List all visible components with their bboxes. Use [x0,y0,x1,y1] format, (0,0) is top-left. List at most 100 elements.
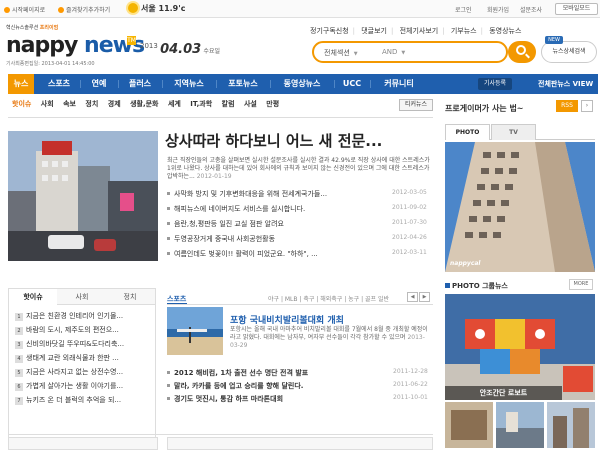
site-logo[interactable]: 혁신뉴스솔루션 프리이엄 nappy news TM 기사최종편집일: 2013… [6,24,145,70]
operator-select[interactable]: AND ▼ [382,48,405,56]
square-icon [445,283,450,288]
subnav-it[interactable]: IT,과학 [190,100,212,108]
list-item[interactable]: 두영공장거게 중국내 사회공헌활동 2012-04-26 [167,232,432,244]
bookmark-link[interactable]: 즐겨찾기추가하기 [58,5,110,14]
edition-view-link[interactable]: 전체판뉴스 VIEW [538,74,593,94]
nav-entertainment[interactable]: 연예 [84,74,114,94]
all-articles-link[interactable]: 전체기사보기 [400,27,439,35]
chevron-down-icon: ▼ [353,51,358,57]
subnav-life[interactable]: 생활,문화 [130,100,158,108]
login-link[interactable]: 로그인 [455,5,472,14]
beach-image [167,307,223,355]
list-item[interactable]: 7 뉴키즈 온 더 블럭의 추억을 되... [15,395,151,405]
group-photo-caption[interactable]: 안조간단 로보트 [445,386,562,400]
rss-button[interactable]: RSS [556,100,578,112]
star-icon [58,7,64,13]
tab-society[interactable]: 사회 [58,289,106,305]
tab-photo[interactable]: PHOTO [445,124,490,140]
group-photo[interactable] [445,294,595,400]
robot-toy-image [445,294,595,400]
tab-tv[interactable]: TV [491,124,536,140]
tab-hot-issue[interactable]: 핫이슈 [9,289,57,305]
list-item[interactable]: 6 가볍게 살아가는 생활 이야기를... [15,381,151,391]
sports-summary: 포항시는 올해 국내 아마추어 비치발리볼 대회를 7월에서 8월 중 개최할 … [230,326,428,349]
subscribe-link[interactable]: 정기구독신청 [310,27,349,35]
nav-sports[interactable]: 스포츠 [42,74,76,94]
sports-pager: ◀ ▶ [407,292,433,302]
list-item[interactable]: 1 지금은 친환경 인테리어 인기몰... [15,311,151,321]
subnav-column[interactable]: 칼럼 [222,100,235,108]
prev-arrow-icon[interactable]: ◀ [407,292,418,302]
comments-link[interactable]: 댓글보기 [361,27,387,35]
search-button[interactable] [508,41,536,63]
nav-ucc[interactable]: UCC [338,74,366,94]
nav-video[interactable]: 동영상뉴스 [274,74,330,94]
photo-group-title: PHOTO 그룹뉴스 [445,281,508,291]
main-headline[interactable]: 상사따라 하다보니 어느 새 전문... [165,130,435,151]
home-icon [4,7,10,13]
sub-nav: 핫이슈 사회 속보 정치 경제 생활,문화 세계 IT,과학 칼럼 사설 만평 [12,99,286,113]
ticker-news-button[interactable]: 티커뉴스 [399,99,433,111]
building-image [445,142,595,272]
donation-news-link[interactable]: 기부뉴스 [451,27,477,35]
headline-photo[interactable] [8,131,158,261]
bottom-panel-right [167,437,433,450]
bottom-panel-left [8,437,158,450]
nav-local[interactable]: 지역뉴스 [166,74,212,94]
thumbnail[interactable] [547,402,595,448]
search-icon [516,45,526,55]
photo-thumbnails [445,402,595,448]
top-links: 정기구독신청 | 댓글보기 | 전체기사보기 | 기부뉴스 | 동영상뉴스 [310,27,522,35]
list-item[interactable]: 3 신비의바닷길 뚜우띠&도다리축... [15,339,151,349]
search-input[interactable] [422,46,506,60]
video-news-link[interactable]: 동영상뉴스 [489,27,521,35]
sports-category-links[interactable]: 야구 | MLB | 축구 | 해외축구 | 농구 | 골프 일반 [268,294,389,303]
sports-headline[interactable]: 포항 국내비치발리볼대회 개최 [230,313,344,326]
list-item[interactable]: 말라, 카카를 등에 업고 승리를 향해 달린다. 2011-06-22 [167,379,433,392]
list-item[interactable]: 2012 해비컴, 1차 출전 선수 명단 전격 발표 2011-12-28 [167,366,433,379]
next-arrow-icon[interactable]: ▶ [419,292,430,302]
ticker-headline[interactable]: 프로게이머가 사는 법~ [445,103,524,114]
mobile-mode-button[interactable]: 모바일모드 [555,3,598,15]
section-select[interactable]: 전체섹션 ▼ [324,48,358,58]
list-item[interactable]: 사막화 방지 및 기후변화대응을 위해 전세계국가들... 2012-03-05 [167,187,432,199]
current-date: 2013 04.03 수요일 [140,42,220,57]
start-page-link[interactable]: 시작페이지로 [4,5,45,14]
sports-section-title[interactable]: 스포츠 [167,294,188,304]
thumbnail[interactable] [496,402,544,448]
tab-politics[interactable]: 정치 [106,289,154,305]
more-button[interactable]: MORE [569,279,593,290]
featured-photo[interactable] [445,142,595,272]
nav-plus[interactable]: 플러스 [122,74,158,94]
list-item[interactable]: 4 생태계 교란 외래식물과 한판 ... [15,353,151,363]
subnav-society[interactable]: 사회 [41,100,54,108]
issue-tab-box: 핫이슈 사회 정치 1 지금은 친환경 인테리어 인기몰... 2 바람의 도시, … [8,288,156,438]
subnav-breaking[interactable]: 속보 [63,100,76,108]
sports-photo[interactable] [167,307,223,355]
subnav-world[interactable]: 세계 [168,100,181,108]
nav-photo[interactable]: 포토뉴스 [220,74,266,94]
nav-news[interactable]: 뉴스 [8,74,34,94]
subnav-editorial[interactable]: 사설 [244,100,257,108]
signup-link[interactable]: 회원가입 [487,5,509,14]
list-item[interactable]: 여름인데도 벚꽃이!! 활력이 피었군요. "하하", ... 2012-03-1… [167,247,432,259]
list-item[interactable]: 2 바람의 도시, 제주도의 편전으... [15,325,151,335]
subnav-economy[interactable]: 경제 [108,100,121,108]
list-item[interactable]: 해피뉴스에 네이버지도 서비스를 실시합니다. 2011-09-02 [167,202,432,214]
survey-link[interactable]: 설문조사 [520,5,542,14]
subnav-cartoon[interactable]: 만평 [266,100,279,108]
weather-widget: 서울 11.9'c [128,3,185,14]
submit-article-button[interactable]: 기사등록 [478,78,513,90]
new-badge: NEW [545,36,563,44]
chevron-down-icon: ▼ [401,50,406,56]
list-item[interactable]: 음란,청,평판등 일진 교실 점판 알려요 2011-07-30 [167,217,432,229]
list-item[interactable]: 5 지금은 사라지고 없는 상전수영... [15,367,151,377]
detail-search-button[interactable]: 뉴스상세검색 [541,41,597,63]
subnav-hot[interactable]: 핫이슈 [12,100,31,108]
search-box: 전체섹션 ▼ AND ▼ [312,41,508,63]
thumbnail[interactable] [445,402,493,448]
list-item[interactable]: 경기도 멋진시, 통감 하프 마라톤대회 2011-10-01 [167,392,433,405]
subnav-politics[interactable]: 정치 [85,100,98,108]
next-arrow-icon[interactable]: › [581,100,593,112]
nav-community[interactable]: 커뮤니티 [374,74,424,94]
